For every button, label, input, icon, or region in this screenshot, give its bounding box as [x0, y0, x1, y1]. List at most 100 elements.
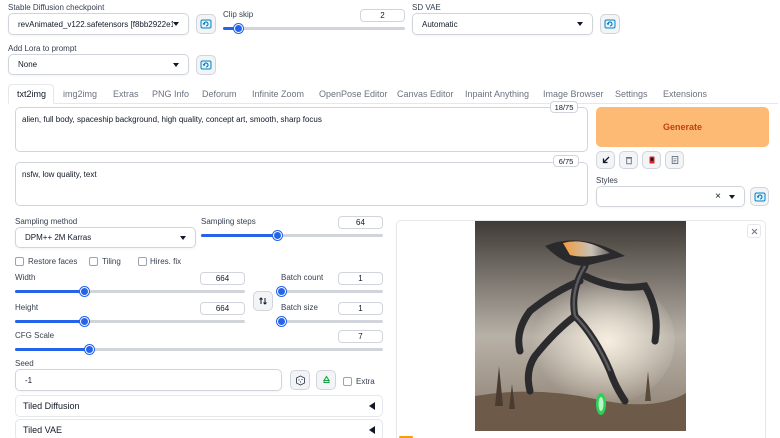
sampling-method-label: Sampling method	[15, 217, 78, 226]
extra-seed-label: Extra	[356, 377, 375, 386]
chevron-down-icon	[173, 22, 179, 26]
batch-count-label: Batch count	[281, 273, 324, 282]
width-input[interactable]: 664	[200, 272, 245, 285]
styles-label: Styles	[596, 176, 618, 185]
chevron-down-icon	[729, 194, 735, 199]
close-icon	[751, 228, 757, 234]
restore-faces-checkbox[interactable]	[15, 257, 24, 266]
tiling-label: Tiling	[102, 257, 121, 266]
sampling-steps-slider[interactable]	[201, 231, 383, 240]
cfg-scale-slider[interactable]	[15, 345, 383, 354]
batch-size-input[interactable]: 1	[338, 302, 383, 315]
chevron-down-icon	[180, 235, 186, 240]
height-slider[interactable]	[15, 317, 245, 326]
clipboard-icon	[671, 156, 678, 164]
card-icon	[649, 156, 654, 164]
tiled-diffusion-accordion[interactable]: Tiled Diffusion	[15, 395, 383, 417]
sampling-method-dropdown[interactable]: DPM++ 2M Karras	[15, 227, 196, 248]
swap-arrows-icon	[259, 297, 267, 305]
swap-dimensions-button[interactable]	[253, 291, 273, 311]
vae-value: Automatic	[422, 19, 458, 29]
refresh-styles-button[interactable]	[750, 187, 769, 206]
refresh-icon	[754, 192, 765, 201]
clip-skip-input[interactable]: 2	[360, 9, 405, 22]
clip-skip-slider[interactable]	[223, 24, 405, 33]
clear-styles-icon[interactable]: ×	[715, 191, 721, 202]
checkpoint-dropdown[interactable]: revAnimated_v122.safetensors [f8bb2922e1…	[8, 13, 189, 35]
refresh-vae-button[interactable]	[600, 14, 620, 34]
read-params-button[interactable]	[596, 151, 615, 169]
show-extra-networks-button[interactable]	[642, 151, 661, 169]
height-input[interactable]: 664	[200, 302, 245, 315]
chevron-down-icon	[577, 22, 583, 26]
tab-bar-border	[8, 103, 778, 104]
tab-inpaint-anything[interactable]: Inpaint Anything	[465, 89, 529, 99]
trash-icon	[625, 157, 632, 165]
dice-icon	[295, 374, 305, 386]
tab-infinite-zoom[interactable]: Infinite Zoom	[252, 89, 304, 99]
styles-dropdown[interactable]: ×	[596, 186, 745, 207]
tiled-vae-label: Tiled VAE	[23, 425, 63, 435]
tab-img2img[interactable]: img2img	[63, 89, 97, 99]
collapse-arrow-icon	[369, 426, 375, 434]
tiled-vae-accordion[interactable]: Tiled VAE	[15, 419, 383, 438]
vae-dropdown[interactable]: Automatic	[412, 13, 593, 35]
prompt-textarea[interactable]: alien, full body, spaceship background, …	[15, 107, 588, 152]
cfg-scale-input[interactable]: 7	[338, 330, 383, 343]
batch-count-input[interactable]: 1	[338, 272, 383, 285]
random-seed-button[interactable]	[290, 370, 310, 390]
checkpoint-value: revAnimated_v122.safetensors [f8bb2922e1…	[18, 19, 173, 29]
sampling-method-value: DPM++ 2M Karras	[25, 233, 92, 242]
generated-image[interactable]	[475, 221, 686, 431]
vae-label: SD VAE	[412, 3, 441, 12]
seed-value: -1	[25, 375, 33, 385]
generate-label: Generate	[662, 122, 703, 132]
generate-button[interactable]: Generate	[596, 107, 769, 147]
batch-count-slider[interactable]	[277, 287, 383, 296]
extra-seed-checkbox[interactable]	[343, 377, 352, 386]
width-slider[interactable]	[15, 287, 245, 296]
apply-styles-button[interactable]	[665, 151, 684, 169]
tiled-diffusion-label: Tiled Diffusion	[23, 401, 80, 411]
sampling-steps-input[interactable]: 64	[338, 216, 383, 229]
restore-faces-label: Restore faces	[28, 257, 78, 266]
tab-settings[interactable]: Settings	[615, 89, 648, 99]
close-preview-button[interactable]	[747, 224, 761, 238]
batch-size-slider[interactable]	[277, 317, 383, 326]
clip-skip-label: Clip skip	[223, 10, 254, 19]
collapse-arrow-icon	[369, 402, 375, 410]
clear-prompt-button[interactable]	[619, 151, 638, 169]
tab-image-browser[interactable]: Image Browser	[543, 89, 604, 99]
tiling-checkbox[interactable]	[89, 257, 98, 266]
tab-canvas-editor[interactable]: Canvas Editor	[397, 89, 454, 99]
refresh-icon	[604, 19, 616, 29]
arrow-down-left-icon	[602, 156, 609, 164]
tab-extras[interactable]: Extras	[113, 89, 139, 99]
tab-png-info[interactable]: PNG Info	[152, 89, 189, 99]
alien-illustration	[475, 221, 686, 431]
width-label: Width	[15, 273, 36, 282]
lora-label: Add Lora to prompt	[8, 44, 77, 53]
tab-deforum[interactable]: Deforum	[202, 89, 237, 99]
hires-fix-label: Hires. fix	[150, 257, 182, 266]
cfg-scale-label: CFG Scale	[15, 331, 55, 340]
negative-prompt-textarea[interactable]: nsfw, low quality, text	[15, 162, 588, 206]
refresh-lora-button[interactable]	[196, 55, 216, 75]
batch-size-label: Batch size	[281, 303, 318, 312]
prompt-token-counter: 18/75	[550, 101, 578, 113]
refresh-icon	[200, 60, 212, 70]
recycle-icon	[322, 374, 330, 383]
checkpoint-label: Stable Diffusion checkpoint	[8, 3, 105, 12]
seed-input[interactable]: -1	[15, 369, 282, 391]
lora-dropdown[interactable]: None	[8, 54, 189, 75]
reuse-seed-button[interactable]	[316, 370, 336, 390]
tab-openpose-editor[interactable]: OpenPose Editor	[319, 89, 388, 99]
refresh-icon	[200, 19, 212, 29]
lora-value: None	[18, 60, 38, 69]
seed-label: Seed	[15, 359, 34, 368]
tab-txt2img[interactable]: txt2img	[17, 89, 46, 99]
sampling-steps-label: Sampling steps	[201, 217, 256, 226]
hires-fix-checkbox[interactable]	[138, 257, 147, 266]
refresh-checkpoint-button[interactable]	[196, 14, 216, 34]
tab-extensions[interactable]: Extensions	[663, 89, 707, 99]
